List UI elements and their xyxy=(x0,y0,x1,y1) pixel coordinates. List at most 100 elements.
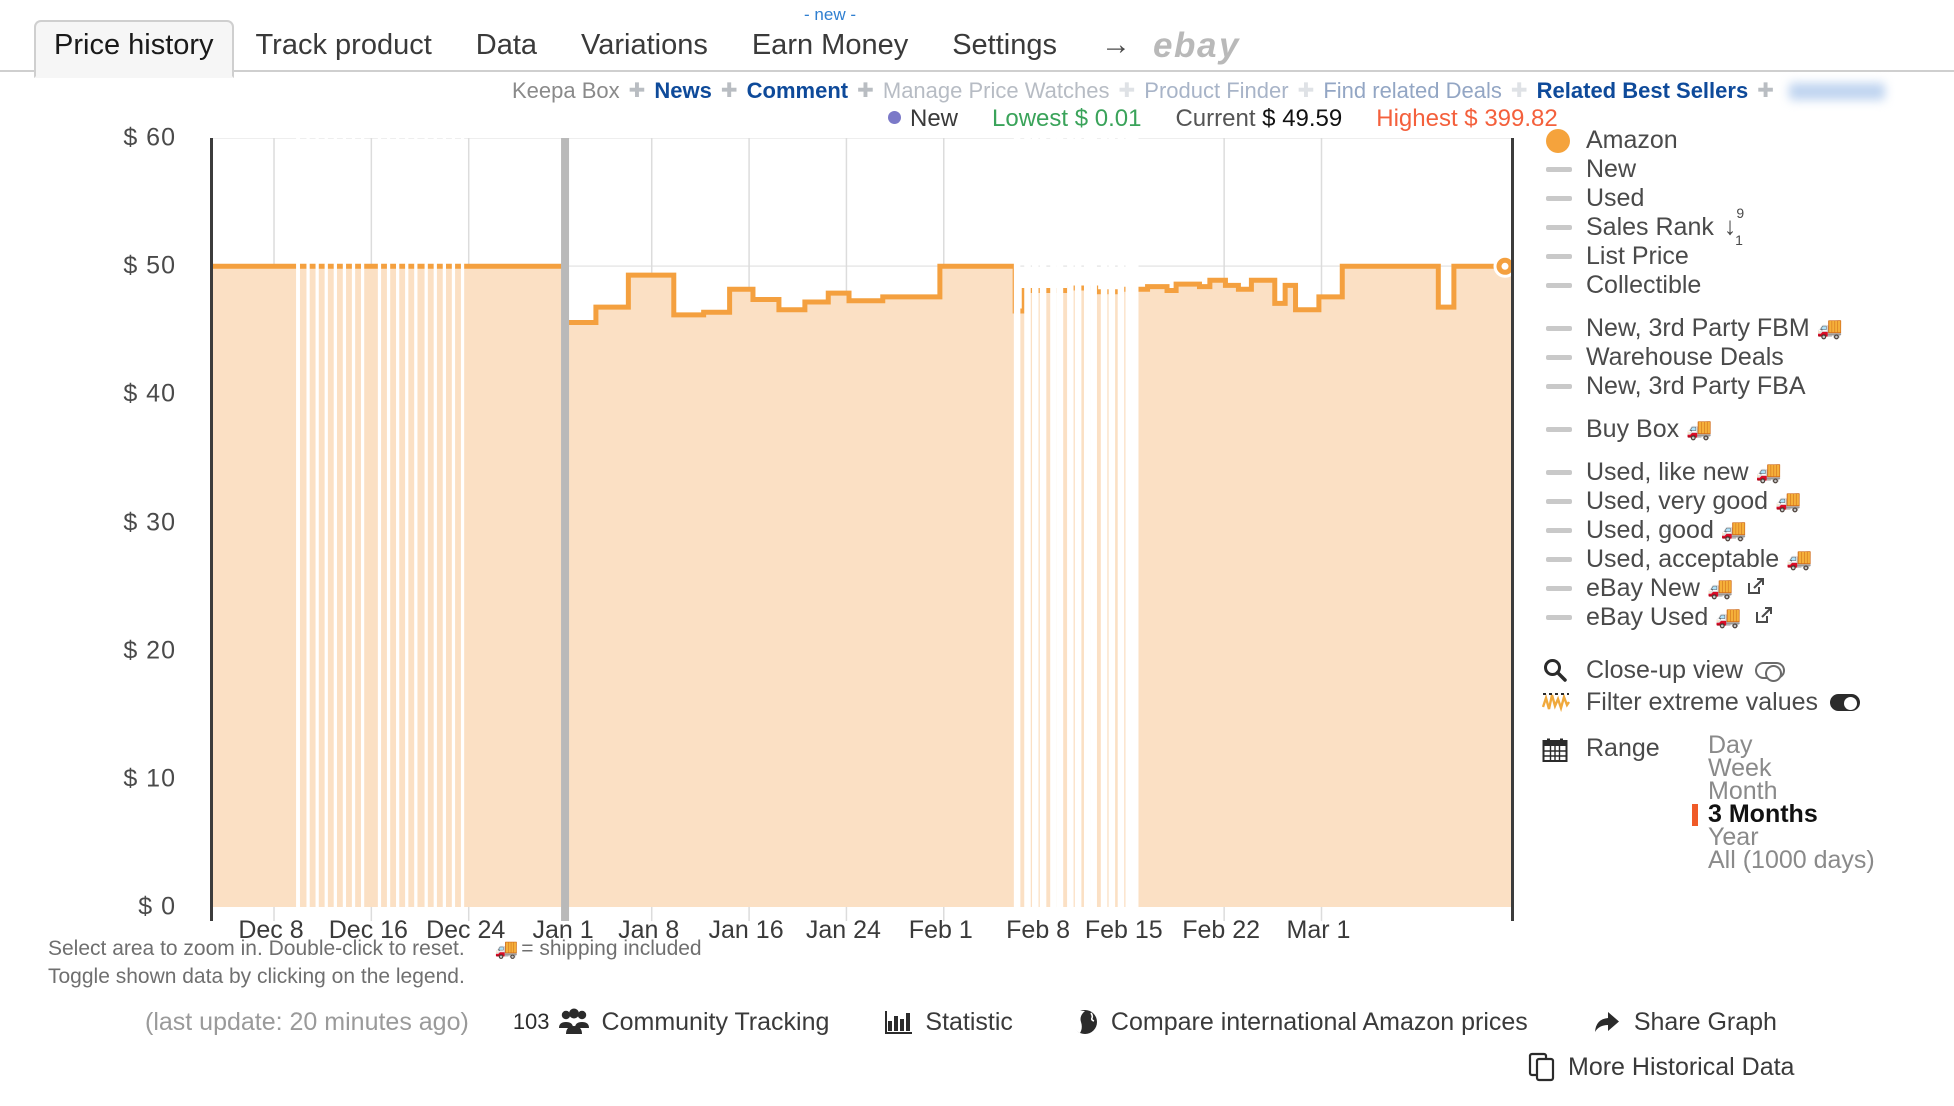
community-tracking-button[interactable]: 103 Community Tracking xyxy=(513,1008,830,1037)
legend-item-used[interactable]: Used xyxy=(1540,184,1954,213)
tab-price-history[interactable]: Price history xyxy=(34,20,234,78)
community-count: 103 xyxy=(512,1009,550,1034)
ebay-logo-icon[interactable]: ebay xyxy=(1143,20,1271,76)
people-icon-svg xyxy=(558,1008,589,1034)
legend-item-new-3rd-party-fbm[interactable]: New, 3rd Party FBM 🚚 xyxy=(1540,314,1954,343)
truck-icon: 🚚 xyxy=(494,939,519,960)
option-filter-extreme-values[interactable]: Filter extreme values xyxy=(1540,686,1954,718)
y-axis-labels: $ 0 $ 10 $ 20 $ 30 $ 40 $ 50 $ 60 xyxy=(0,123,200,921)
legend-item-label: Used, good xyxy=(1586,516,1714,544)
legend-item-new[interactable]: New xyxy=(1540,155,1954,184)
tab-data[interactable]: Data xyxy=(454,22,559,76)
legend-options: Close-up view Filter extreme values xyxy=(1540,654,1954,718)
x-axis-tick-label: Jan 16 xyxy=(708,916,784,944)
rank-sub: 1 xyxy=(1735,232,1743,249)
subnav-separator-icon: ✚ xyxy=(1757,79,1774,102)
last-update-label: (last update: 20 minutes ago) xyxy=(145,1007,469,1036)
truck-icon: 🚚 xyxy=(1786,547,1813,571)
legend-dash-icon xyxy=(1540,586,1586,591)
legend-item-ebay-new[interactable]: eBay New 🚚 xyxy=(1540,574,1954,603)
legend-item-list-price[interactable]: List Price xyxy=(1540,242,1954,271)
legend-dash-icon xyxy=(1540,615,1586,620)
legend-item-sales-rank[interactable]: Sales Rank ↓91 xyxy=(1540,205,1954,248)
toggle-switch[interactable] xyxy=(1755,661,1786,682)
legend-item-used-good[interactable]: Used, good 🚚 xyxy=(1540,516,1954,545)
price-chart[interactable]: $ 0 $ 10 $ 20 $ 30 $ 40 $ 50 $ 60 Dec 8 Dec 16 D… xyxy=(0,123,1540,944)
legend-dash-icon xyxy=(1540,528,1586,533)
more-historical-data-button[interactable]: More Historical Data xyxy=(1528,1052,1794,1082)
legend-item-collectible[interactable]: Collectible xyxy=(1540,271,1954,300)
y-axis-tick-label: $ 60 xyxy=(123,123,176,152)
legend-dash-icon xyxy=(1540,499,1586,504)
globe-icon-svg xyxy=(1071,1010,1097,1034)
toggle-switch[interactable] xyxy=(1830,693,1861,711)
secondary-nav: Keepa Box ✚ News ✚ Comment ✚ Manage Price Watc… xyxy=(0,76,1954,106)
plot-area[interactable] xyxy=(210,138,1514,921)
subnav-item-keepa-box[interactable]: Keepa Box xyxy=(512,78,620,104)
tab-list: Price history Track product Data Variations… xyxy=(34,5,1271,78)
tab-label: Variations xyxy=(581,29,708,61)
tab-settings[interactable]: Settings xyxy=(930,22,1079,76)
tab-variations[interactable]: Variations xyxy=(559,22,730,76)
external-link-icon-svg xyxy=(1748,578,1765,594)
external-link-icon[interactable] xyxy=(1746,574,1766,603)
legend-panel: Amazon New Used Sales Rank ↓91 List Price Coll… xyxy=(1540,126,1954,873)
legend-group-spacer xyxy=(1540,444,1954,458)
legend-item-new-3rd-party-fba[interactable]: New, 3rd Party FBA xyxy=(1540,372,1954,401)
legend-item-amazon[interactable]: Amazon xyxy=(1540,126,1954,155)
tab-earn-money[interactable]: - new - Earn Money xyxy=(730,5,930,76)
subnav-item-manage-price-watches[interactable]: Manage Price Watches xyxy=(883,78,1110,104)
rank-sup: 9 xyxy=(1736,204,1745,221)
tab-new-badge: - new - xyxy=(804,5,856,24)
legend-item-buy-box[interactable]: Buy Box 🚚 xyxy=(1540,415,1954,444)
legend-item-used-acceptable[interactable]: Used, acceptable 🚚 xyxy=(1540,545,1954,574)
legend-item-warehouse-deals[interactable]: Warehouse Deals xyxy=(1540,343,1954,372)
subnav-redacted-item[interactable] xyxy=(1788,82,1885,100)
option-close-up-view[interactable]: Close-up view xyxy=(1540,654,1954,686)
bar-chart-icon xyxy=(885,1009,913,1035)
svg-text:e: e xyxy=(1153,26,1172,65)
subnav-separator-icon: ✚ xyxy=(720,79,738,102)
subnav-separator-icon: ✚ xyxy=(628,79,646,102)
legend-item-used-very-good[interactable]: Used, very good 🚚 xyxy=(1540,487,1954,516)
subnav-item-comment[interactable]: Comment xyxy=(747,78,848,104)
bottom-toolbar-row-1: (last update: 20 minutes ago) 103 Commun… xyxy=(0,1000,1954,1044)
legend-item-label: New, 3rd Party FBA xyxy=(1586,372,1806,400)
subnav-item-news[interactable]: News xyxy=(654,78,711,104)
legend-line-swatch-icon xyxy=(1546,557,1572,562)
compare-international-label: Compare international Amazon prices xyxy=(1110,1007,1528,1036)
legend-item-label: eBay New xyxy=(1586,574,1700,602)
truck-icon: 🚚 xyxy=(1720,518,1748,542)
keepa-price-history-page: Price history Track product Data Variations… xyxy=(0,0,1954,1106)
legend-dash-icon xyxy=(1540,557,1586,562)
share-graph-button[interactable]: Share Graph xyxy=(1592,1008,1777,1037)
legend-item-ebay-used[interactable]: eBay Used 🚚 xyxy=(1540,603,1954,632)
hint-shipping: 🚚 = shipping included xyxy=(495,937,702,960)
subnav-item-product-finder[interactable]: Product Finder xyxy=(1144,78,1288,104)
waveform-icon xyxy=(1540,691,1586,713)
subnav-separator-icon: ✚ xyxy=(1510,79,1528,102)
subnav-item-related-best-sellers[interactable]: Related Best Sellers xyxy=(1537,78,1749,104)
x-axis-tick-label: Mar 1 xyxy=(1286,916,1351,944)
tab-track-product[interactable]: Track product xyxy=(234,22,454,76)
amazon-series-dot-icon xyxy=(1546,128,1570,153)
subnav-item-find-related-deals[interactable]: Find related Deals xyxy=(1323,78,1502,104)
legend-line-swatch-icon xyxy=(1546,355,1572,360)
ebay-logo-svg: ebay xyxy=(1153,26,1240,65)
legend-item-label: Warehouse Deals xyxy=(1586,343,1784,371)
statistic-button[interactable]: Statistic xyxy=(885,1008,1013,1037)
range-option-all-1000-days[interactable]: All (1000 days) xyxy=(1696,848,1875,873)
legend-items: Amazon New Used Sales Rank ↓91 List Price Coll… xyxy=(1540,126,1954,632)
legend-line-swatch-icon xyxy=(1546,470,1572,475)
bottom-toolbar-row-2: More Historical Data xyxy=(0,1044,1954,1090)
magnifier-icon xyxy=(1540,657,1586,683)
legend-dash-icon xyxy=(1540,355,1586,360)
external-link-icon[interactable] xyxy=(1754,603,1774,632)
legend-item-used-like-new[interactable]: Used, like new 🚚 xyxy=(1540,458,1954,487)
svg-text:a: a xyxy=(1197,26,1216,65)
magnifier-icon-svg xyxy=(1544,659,1567,682)
compare-international-button[interactable]: Compare international Amazon prices xyxy=(1071,1008,1528,1037)
truck-icon: 🚚 xyxy=(1706,576,1734,600)
legend-dash-icon xyxy=(1540,196,1586,201)
range-title: Range xyxy=(1586,734,1660,762)
